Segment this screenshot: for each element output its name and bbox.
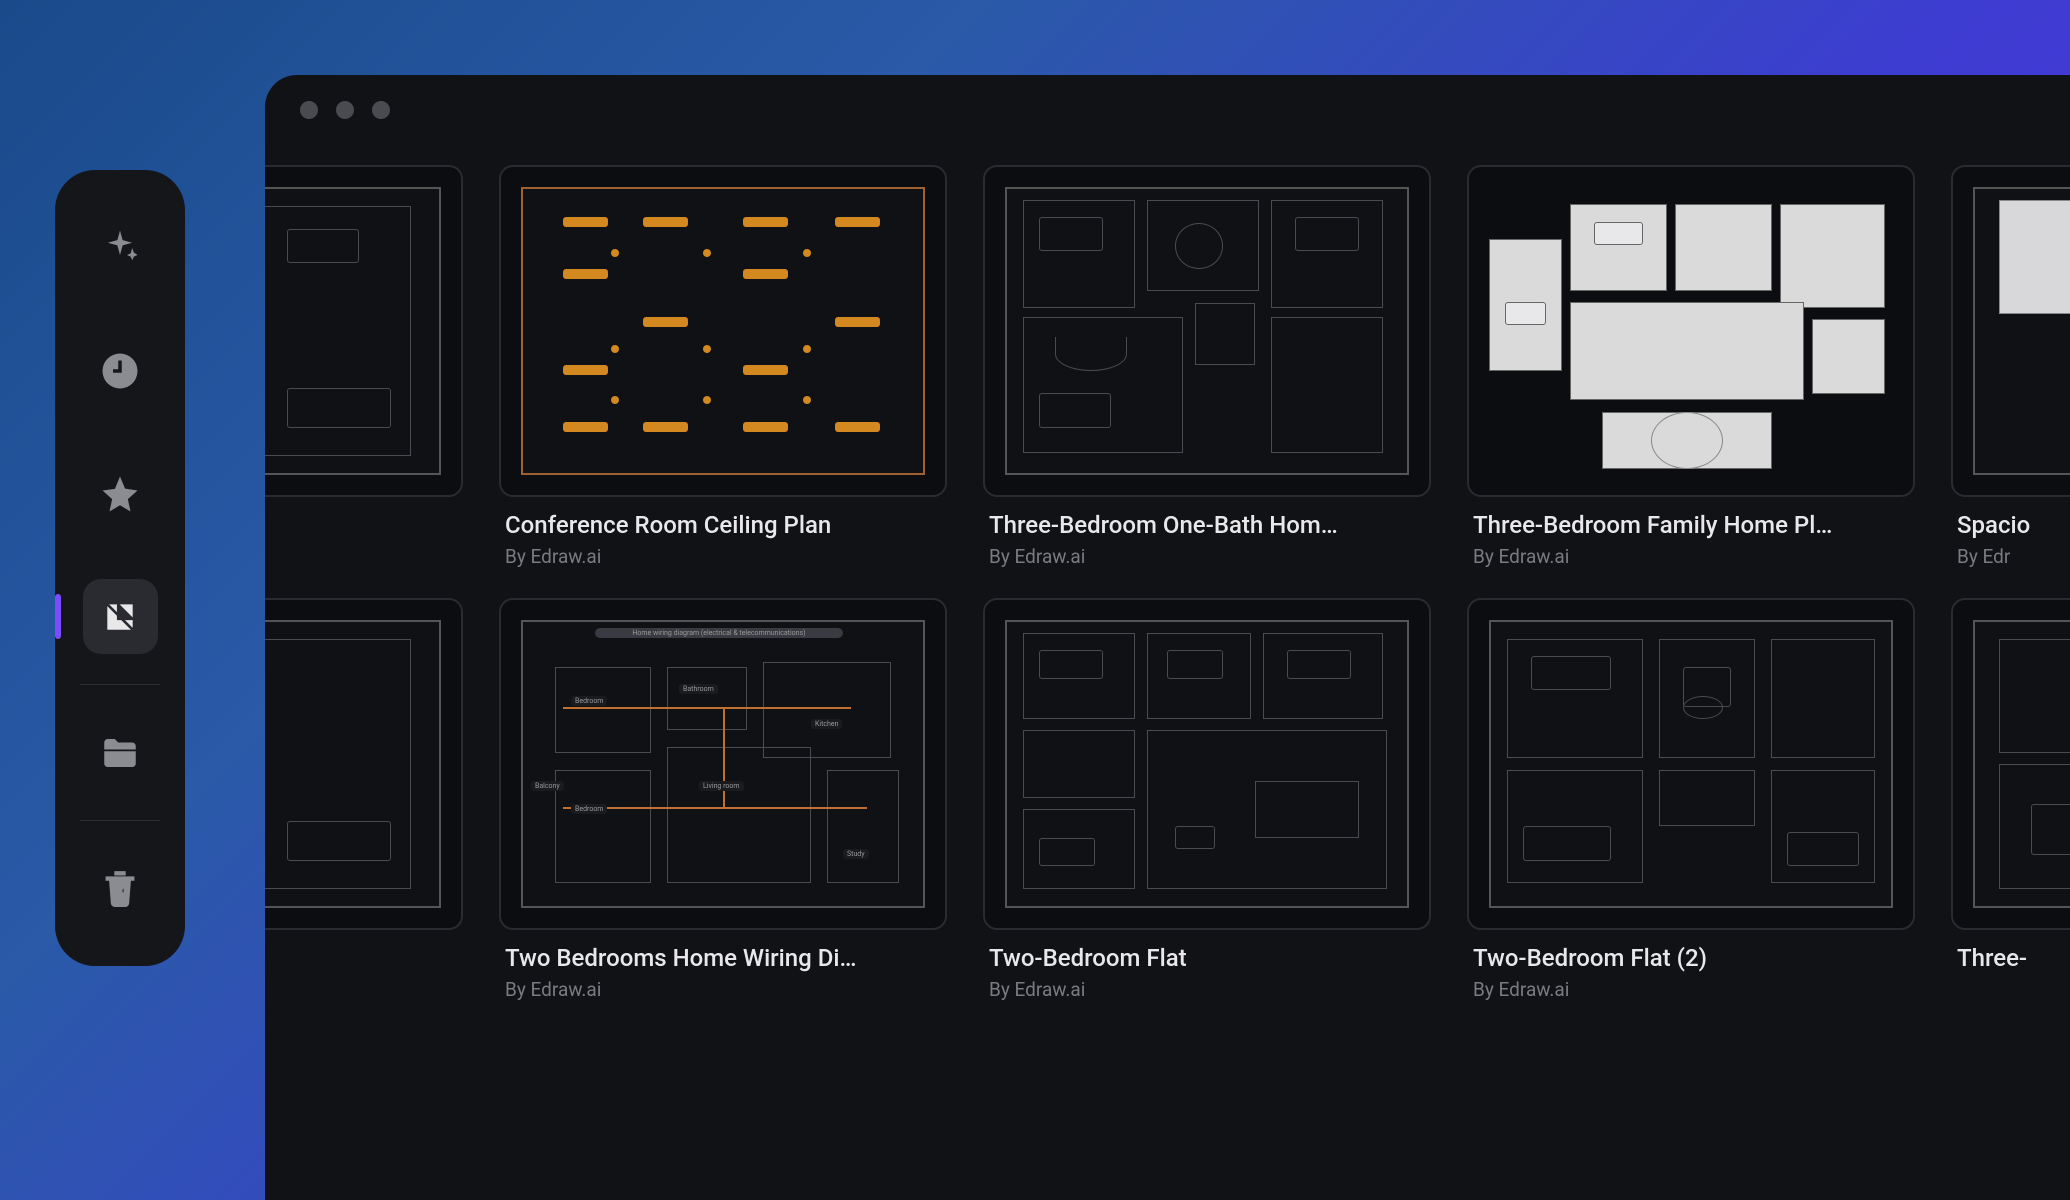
template-thumbnail: Home wiring diagram (electrical & teleco… xyxy=(499,598,947,930)
template-info: Two-Bedroom Flat (2) By Edraw.ai xyxy=(1467,944,1915,1001)
sidebar-separator xyxy=(80,820,160,821)
template-author: By Edraw.ai xyxy=(989,978,1431,1001)
main-window: …om Home … xyxy=(265,75,2070,1200)
trash-icon xyxy=(99,868,141,910)
template-info: Two Bedrooms Home Wiring Di… By Edraw.ai xyxy=(499,944,947,1001)
template-info: Three-Bedroom Family Home Pl… By Edraw.a… xyxy=(1467,511,1915,568)
sparkle-icon xyxy=(99,227,141,269)
template-gallery: …om Home … xyxy=(265,145,2070,1001)
templates-icon xyxy=(99,596,141,638)
template-title: Three-Bedroom One-Bath Hom… xyxy=(989,511,1429,539)
window-minimize-button[interactable] xyxy=(336,101,354,119)
template-card[interactable]: Two-Bedroom Flat (2) By Edraw.ai xyxy=(1467,598,1915,1001)
wiring-header: Home wiring diagram (electrical & teleco… xyxy=(595,628,843,638)
template-title: Two-Bedroom Flat (2) xyxy=(1473,944,1913,972)
sidebar-item-trash[interactable] xyxy=(83,851,158,926)
template-title: Two-Bedroom Flat xyxy=(989,944,1429,972)
template-thumbnail xyxy=(265,165,463,497)
template-info: Three-Bedroom One-Bath Hom… By Edraw.ai xyxy=(983,511,1431,568)
template-card[interactable]: …om Home … xyxy=(265,598,463,1001)
template-author: By Edraw.ai xyxy=(1473,978,1915,1001)
template-card[interactable]: Three-Bedroom One-Bath Hom… By Edraw.ai xyxy=(983,165,1431,568)
template-thumbnail xyxy=(1467,165,1915,497)
template-card[interactable]: Home wiring diagram (electrical & teleco… xyxy=(499,598,947,1001)
sidebar-item-ai[interactable] xyxy=(83,210,158,285)
template-card[interactable]: Two-Bedroom Flat By Edraw.ai xyxy=(983,598,1431,1001)
template-title: …om Home … xyxy=(265,944,461,972)
template-info: Conference Room Ceiling Plan By Edraw.ai xyxy=(499,511,947,568)
sidebar xyxy=(55,170,185,966)
window-close-button[interactable] xyxy=(300,101,318,119)
sidebar-item-favorites[interactable] xyxy=(83,456,158,531)
template-title: Three-Bedroom Family Home Pl… xyxy=(1473,511,1913,539)
template-author: By Edraw.ai xyxy=(505,978,947,1001)
template-thumbnail xyxy=(499,165,947,497)
template-thumbnail xyxy=(983,598,1431,930)
template-thumbnail xyxy=(983,165,1431,497)
template-info: …om Home … xyxy=(265,511,463,545)
template-row: …om Home … xyxy=(265,165,2070,568)
template-card[interactable]: Three- xyxy=(1951,598,2070,1001)
template-card[interactable]: Conference Room Ceiling Plan By Edraw.ai xyxy=(499,165,947,568)
template-author: By Edraw.ai xyxy=(1473,545,1915,568)
template-row: …om Home … Home wiring diagram (electric… xyxy=(265,598,2070,1001)
template-info: Three- xyxy=(1951,944,2070,978)
template-author: By Edraw.ai xyxy=(989,545,1431,568)
template-info: Two-Bedroom Flat By Edraw.ai xyxy=(983,944,1431,1001)
template-card[interactable]: …om Home … xyxy=(265,165,463,568)
sidebar-item-templates[interactable] xyxy=(83,579,158,654)
template-card[interactable]: Spacio By Edr xyxy=(1951,165,2070,568)
template-title: Two Bedrooms Home Wiring Di… xyxy=(505,944,945,972)
sidebar-separator xyxy=(80,684,160,685)
window-maximize-button[interactable] xyxy=(372,101,390,119)
template-info: Spacio By Edr xyxy=(1951,511,2070,568)
star-icon xyxy=(99,473,141,515)
template-title: Three- xyxy=(1957,944,2070,972)
template-thumbnail xyxy=(1951,598,2070,930)
template-author: By Edraw.ai xyxy=(505,545,947,568)
sidebar-item-files[interactable] xyxy=(83,715,158,790)
window-titlebar xyxy=(265,75,2070,145)
template-author: By Edr xyxy=(1957,545,2070,568)
clock-icon xyxy=(99,350,141,392)
template-thumbnail xyxy=(1467,598,1915,930)
sidebar-item-recent[interactable] xyxy=(83,333,158,408)
template-thumbnail xyxy=(265,598,463,930)
folder-icon xyxy=(99,732,141,774)
template-info: …om Home … xyxy=(265,944,463,978)
template-title: Spacio xyxy=(1957,511,2070,539)
template-title: Conference Room Ceiling Plan xyxy=(505,511,945,539)
template-card[interactable]: Three-Bedroom Family Home Pl… By Edraw.a… xyxy=(1467,165,1915,568)
template-thumbnail xyxy=(1951,165,2070,497)
template-title: …om Home … xyxy=(265,511,461,539)
